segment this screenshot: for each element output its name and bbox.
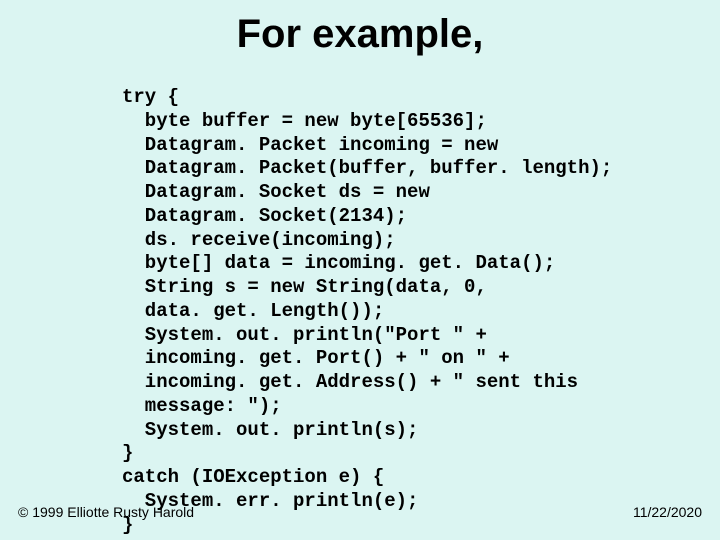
slide-title: For example, (0, 0, 720, 57)
copyright-footer: © 1999 Elliotte Rusty Harold (18, 504, 194, 520)
date-footer: 11/22/2020 (633, 504, 702, 520)
slide: For example, try { byte buffer = new byt… (0, 0, 720, 540)
code-block: try { byte buffer = new byte[65536]; Dat… (122, 86, 612, 537)
